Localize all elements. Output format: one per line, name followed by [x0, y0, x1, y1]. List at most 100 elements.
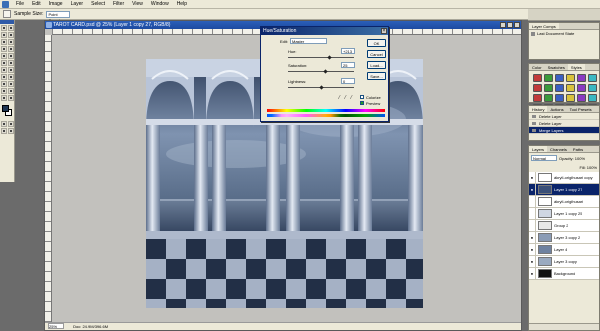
style-swatch[interactable] [555, 74, 564, 82]
menu-window[interactable]: Window [147, 0, 173, 9]
history-brush-tool-icon[interactable] [8, 53, 14, 59]
photoshop-app-icon[interactable] [2, 0, 9, 8]
tab-layers[interactable]: Layers [529, 146, 548, 152]
foreground-color[interactable] [2, 105, 9, 112]
style-swatch[interactable] [588, 84, 597, 92]
hue-field[interactable]: +213 [341, 48, 355, 54]
cancel-button[interactable]: Cancel [367, 50, 386, 58]
tab-layer-comps[interactable]: Layer Comps [529, 23, 559, 29]
pen-tool-icon[interactable] [1, 81, 7, 87]
minimize-icon[interactable] [500, 22, 506, 28]
visibility-eye-icon[interactable]: ● [529, 231, 536, 244]
notes-tool-icon[interactable] [1, 88, 7, 94]
hue-slider-handle[interactable] [327, 55, 332, 60]
colorize-checkbox[interactable] [360, 95, 364, 99]
menu-edit[interactable]: Edit [28, 0, 45, 9]
style-swatch[interactable] [533, 84, 542, 92]
menu-layer[interactable]: Layer [67, 0, 88, 9]
vertical-ruler[interactable] [45, 35, 52, 322]
history-item[interactable]: Delete Layer [529, 113, 599, 120]
dialog-title-bar[interactable]: Hue/Saturation × [261, 27, 388, 35]
layer-row[interactable]: ● ákryil-origihusari copy [529, 171, 599, 184]
style-swatch[interactable] [555, 84, 564, 92]
dodge-tool-icon[interactable] [8, 67, 14, 73]
layer-row[interactable]: ● Layer 1 copy 27 [529, 183, 599, 196]
layer-row[interactable]: ● Layer 3 copy 2 [529, 231, 599, 244]
type-tool-icon[interactable] [8, 74, 14, 80]
saturation-field[interactable]: 25 [341, 62, 355, 68]
visibility-eye-icon[interactable]: ● [529, 183, 536, 196]
clone-stamp-tool-icon[interactable] [1, 53, 7, 59]
style-swatch[interactable] [588, 74, 597, 82]
menu-help[interactable]: Help [173, 0, 191, 9]
visibility-eye-icon[interactable]: ● [529, 267, 536, 280]
edit-select[interactable]: Master [290, 38, 327, 44]
healing-brush-tool-icon[interactable] [1, 46, 7, 52]
menu-image[interactable]: Image [45, 0, 67, 9]
style-swatch[interactable] [533, 94, 542, 102]
style-swatch[interactable] [588, 94, 597, 102]
opacity-field[interactable]: Opacity: 100% [559, 156, 585, 161]
tab-history[interactable]: History [529, 106, 548, 112]
magic-wand-tool-icon[interactable] [8, 32, 14, 38]
layer-row[interactable]: ● Layer 3 copy [529, 255, 599, 268]
menu-filter[interactable]: Filter [109, 0, 128, 9]
save-button[interactable]: Save... [367, 72, 386, 80]
maximize-icon[interactable] [507, 22, 513, 28]
menu-file[interactable]: File [12, 0, 28, 9]
layer-row[interactable]: ● Background [529, 267, 599, 280]
style-swatch[interactable] [577, 84, 586, 92]
zoom-field[interactable]: 25% [48, 323, 64, 329]
tab-paths[interactable]: Paths [570, 146, 586, 152]
hand-tool-icon[interactable] [1, 95, 7, 101]
standard-mode-icon[interactable] [1, 121, 7, 127]
visibility-eye-icon[interactable] [529, 195, 536, 208]
visibility-eye-icon[interactable] [529, 207, 536, 220]
screen-mode-icon[interactable] [1, 128, 7, 134]
visibility-eye-icon[interactable]: ● [529, 243, 536, 256]
lightness-field[interactable]: 0 [341, 78, 355, 84]
style-swatch[interactable] [555, 94, 564, 102]
sample-size-select[interactable]: Point Sample [46, 10, 71, 23]
eyedropper-minus-icon[interactable]: ⁄ [351, 96, 356, 102]
blend-mode-select[interactable]: Normal [531, 155, 557, 161]
style-swatch[interactable] [566, 84, 575, 92]
layer-row[interactable]: ● Layer 4 [529, 243, 599, 256]
lasso-tool-icon[interactable] [1, 32, 7, 38]
eyedropper-tool-icon[interactable] [3, 10, 11, 18]
layer-row[interactable]: Layer 1 copy 25 [529, 207, 599, 220]
dialog-close-icon[interactable]: × [381, 28, 387, 34]
visibility-eye-icon[interactable] [529, 219, 536, 232]
tab-tool-presets[interactable]: Tool Presets [567, 106, 595, 112]
style-swatch[interactable] [544, 74, 553, 82]
close-icon[interactable] [514, 22, 520, 28]
move-tool-icon[interactable] [1, 25, 7, 31]
eyedropper-plus-icon[interactable]: ⁄ [345, 96, 350, 102]
eraser-tool-icon[interactable] [1, 60, 7, 66]
style-swatch[interactable] [577, 74, 586, 82]
crop-tool-icon[interactable] [1, 39, 7, 45]
visibility-eye-icon[interactable]: ● [529, 255, 536, 268]
fill-field[interactable]: Fill: 100% [579, 165, 597, 170]
path-selection-tool-icon[interactable] [1, 74, 7, 80]
tab-channels[interactable]: Channels [547, 146, 570, 152]
jump-to-imageready-icon[interactable] [8, 128, 14, 134]
layer-comp-item[interactable]: Last Document State [537, 31, 574, 36]
quick-mask-icon[interactable] [8, 121, 14, 127]
saturation-slider-handle[interactable] [323, 69, 328, 74]
style-swatch[interactable] [544, 84, 553, 92]
saturation-slider-track[interactable] [288, 71, 354, 72]
style-swatch[interactable] [533, 74, 542, 82]
marquee-tool-icon[interactable] [8, 25, 14, 31]
document-size-info[interactable]: Doc: 24.9M/396.6M [73, 324, 108, 329]
style-swatch[interactable] [577, 94, 586, 102]
eyedropper-icon[interactable]: ⁄ [339, 96, 344, 102]
style-swatch[interactable] [566, 74, 575, 82]
gradient-tool-icon[interactable] [8, 60, 14, 66]
load-button[interactable]: Load... [367, 61, 386, 69]
brush-tool-icon[interactable] [8, 46, 14, 52]
tab-actions[interactable]: Actions [547, 106, 566, 112]
tab-styles[interactable]: Styles [567, 64, 585, 70]
history-item[interactable]: Delete Layer [529, 120, 599, 127]
history-item-selected[interactable]: Merge Layers [529, 127, 599, 134]
